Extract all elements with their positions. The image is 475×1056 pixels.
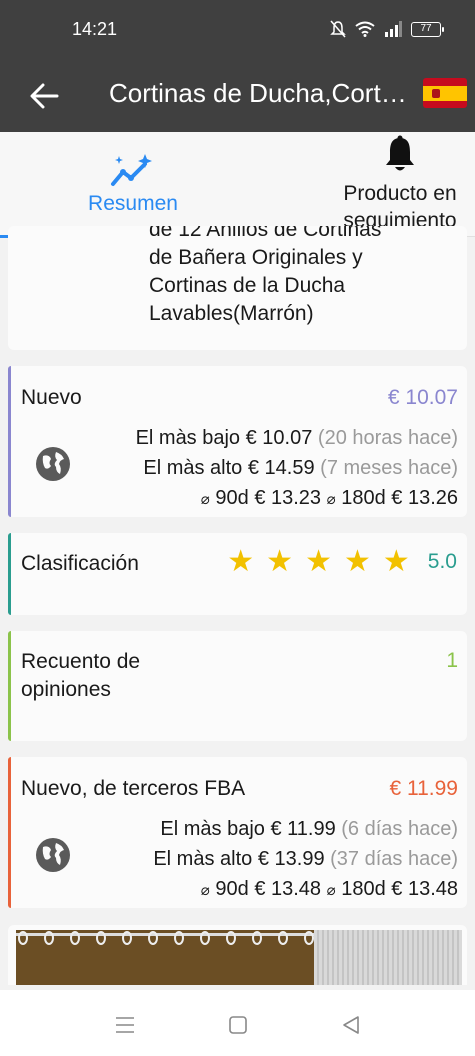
average-icon: ⌀: [326, 882, 336, 899]
back-nav-button[interactable]: [336, 1010, 366, 1040]
average-price-line: ⌀ 90d € 13.48 ⌀ 180d € 13.48: [201, 878, 458, 901]
curtain-rings: [18, 931, 314, 945]
review-count-label: Recuento de opiniones: [21, 650, 141, 701]
home-button[interactable]: [223, 1010, 253, 1040]
offer-card-new[interactable]: Nuevo € 10.07 El màs bajo € 10.07 (20 ho…: [8, 366, 467, 517]
offer-price: € 11.99: [389, 777, 458, 800]
product-image-card[interactable]: [8, 925, 467, 985]
average-price-line: ⌀ 90d € 13.23 ⌀ 180d € 13.26: [201, 487, 458, 510]
lowest-price: € 10.07: [245, 427, 313, 449]
signal-icon: [385, 21, 402, 37]
rating-stars: ★ ★ ★ ★ ★ 5.0: [227, 547, 457, 577]
highest-price-line: El màs alto € 14.59 (7 meses hace): [143, 457, 458, 480]
avg180-price: € 13.26: [391, 487, 458, 509]
star-icon: ★: [305, 545, 332, 578]
product-description-card: de 12 Anillos de Cortinas de Bañera Orig…: [8, 226, 467, 350]
highest-price-line: El màs alto € 13.99 (37 días hace): [153, 848, 458, 871]
average-icon: ⌀: [326, 491, 336, 508]
spain-flag-icon[interactable]: [423, 78, 467, 108]
battery-icon: 77: [411, 21, 444, 37]
offer-title: Nuevo: [21, 386, 82, 409]
product-description: de 12 Anillos de Cortinas de Bañera Orig…: [149, 226, 449, 328]
highest-price: € 13.99: [257, 848, 325, 870]
description-line: de Bañera Originales y: [149, 246, 363, 269]
avg180-label: 180d: [341, 487, 386, 509]
lowest-when: (20 horas hace): [317, 427, 458, 449]
avg90-price: € 13.48: [254, 878, 322, 900]
back-button[interactable]: [24, 76, 64, 116]
status-bar: 14:21 77: [0, 0, 475, 62]
lowest-price-line: El màs bajo € 10.07 (20 horas hace): [136, 427, 458, 450]
lowest-when: (6 días hace): [341, 818, 458, 840]
bell-icon: [386, 135, 414, 171]
tab-tracked-product[interactable]: Producto en seguimiento: [300, 132, 475, 237]
review-count-value: 1: [446, 649, 458, 672]
tab-summary-label: Resumen: [88, 192, 178, 215]
globe-icon: [36, 838, 70, 872]
system-nav-bar: [0, 990, 475, 1056]
avg90-label: 90d: [215, 487, 249, 509]
highest-when: (7 meses hace): [320, 457, 458, 479]
star-icon: ★: [227, 545, 255, 578]
highest-label: El màs alto: [153, 848, 253, 870]
description-line: de 12 Anillos de Cortinas: [149, 226, 382, 241]
menu-icon: [116, 1017, 134, 1033]
description-line: Cortinas de la Ducha: [149, 274, 346, 297]
rating-label: Clasificación: [21, 552, 139, 575]
average-icon: ⌀: [200, 882, 210, 899]
offer-price: € 10.07: [387, 386, 458, 409]
avg90-label: 90d: [215, 878, 249, 900]
highest-label: El màs alto: [143, 457, 243, 479]
trend-chart-icon: [111, 154, 152, 186]
star-icon: ★: [343, 545, 371, 578]
review-count-card[interactable]: Recuento de opiniones 1: [8, 631, 467, 741]
tab-bar: Resumen Producto en seguimiento: [0, 132, 475, 238]
average-icon: ⌀: [200, 491, 210, 508]
globe-icon: [36, 447, 70, 481]
offer-title: Nuevo, de terceros FBA: [21, 777, 246, 800]
tab-summary[interactable]: Resumen: [0, 132, 266, 238]
rating-card[interactable]: Clasificación ★ ★ ★ ★ ★ 5.0: [8, 533, 467, 615]
avg180-price: € 13.48: [391, 878, 458, 900]
mute-icon: [330, 20, 346, 38]
avg180-label: 180d: [341, 878, 386, 900]
offer-card-fba[interactable]: Nuevo, de terceros FBA € 11.99 El màs ba…: [8, 757, 467, 908]
description-line: Lavables(Marrón): [149, 302, 314, 325]
wall-image: [314, 930, 462, 985]
status-time: 14:21: [72, 19, 118, 39]
lowest-price-line: El màs bajo € 11.99 (6 días hace): [160, 818, 458, 841]
star-icon: ★: [266, 545, 294, 578]
app-bar: Cortinas de Ducha,Cortinas de Baño: [0, 62, 475, 132]
status-icons: 77: [330, 20, 444, 38]
home-square-icon: [229, 1016, 247, 1034]
triangle-back-icon: [343, 1016, 359, 1034]
star-icon: ★: [382, 545, 410, 578]
page-title: Cortinas de Ducha,Cortinas de Baño: [109, 78, 409, 108]
highest-price: € 14.59: [247, 457, 315, 479]
battery-level: 77: [420, 22, 432, 34]
wifi-icon: [355, 21, 375, 37]
rating-value: 5.0: [427, 550, 457, 573]
lowest-label: El màs bajo: [135, 427, 241, 449]
lowest-label: El màs bajo: [160, 818, 265, 840]
menu-button[interactable]: [110, 1010, 140, 1040]
lowest-price: € 11.99: [270, 818, 336, 840]
arrow-left-icon: [30, 83, 59, 109]
highest-when: (37 días hace): [330, 848, 458, 870]
avg90-price: € 13.23: [254, 487, 322, 509]
